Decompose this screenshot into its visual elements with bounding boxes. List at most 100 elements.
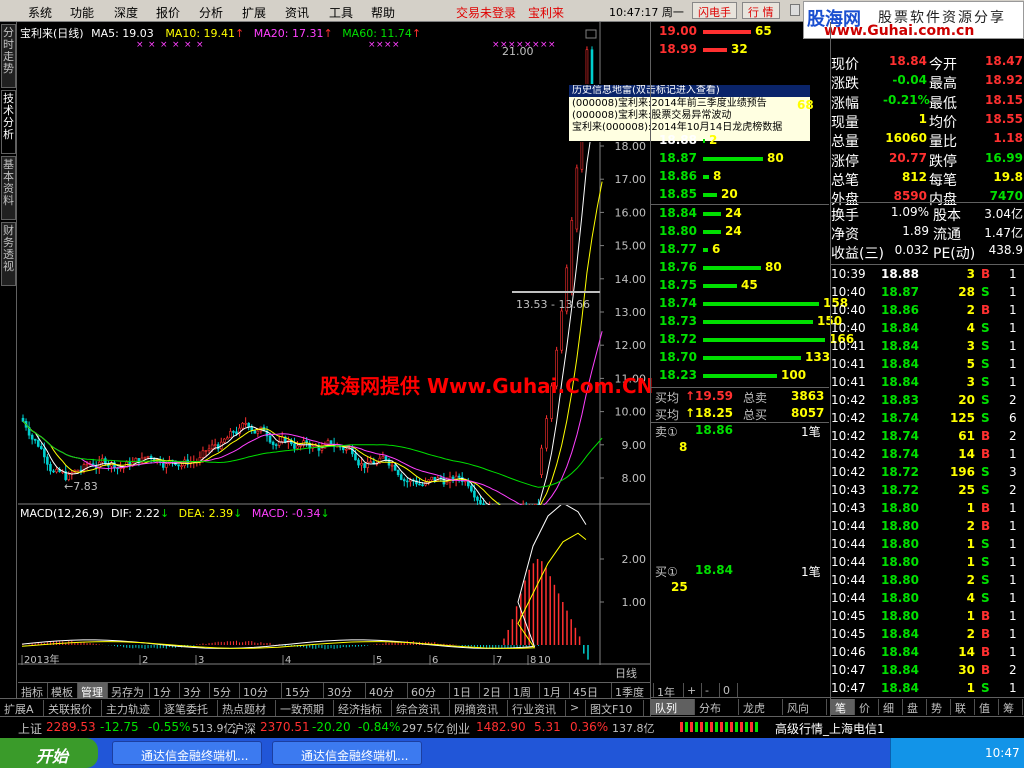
candlestick-chart[interactable]: 8.009.0010.0011.0012.0013.0014.0015.0016…: [18, 22, 650, 505]
tick-side: B: [981, 303, 991, 317]
toolbar-item-8[interactable]: 15分: [282, 683, 324, 699]
total-sell-value: 3863: [791, 389, 825, 403]
toolbar-item-12[interactable]: 1日: [450, 683, 480, 699]
toolbar-item-4[interactable]: 1分: [150, 683, 180, 699]
right-tab-0[interactable]: 队列: [651, 699, 695, 715]
candle-body: [433, 476, 437, 481]
tick-tab-2[interactable]: 细: [879, 699, 903, 715]
login-status[interactable]: 交易未登录: [456, 4, 516, 21]
tray-clock: 10:47: [985, 746, 1020, 760]
candle-body: [430, 476, 434, 481]
tick-tab-0[interactable]: 笔: [831, 699, 855, 715]
quote-button[interactable]: 行 情: [742, 2, 780, 19]
menu-function[interactable]: 功能: [70, 4, 94, 21]
right-tab-2[interactable]: 龙虎: [739, 699, 783, 715]
toolbar-item-13[interactable]: 2日: [480, 683, 510, 699]
buy1-price: 18.84: [695, 563, 733, 577]
flash-trade-button[interactable]: 闪电手: [692, 2, 737, 19]
tick-tab-6[interactable]: 值: [975, 699, 999, 715]
sell1-label[interactable]: 卖①: [655, 423, 678, 440]
bottom-tab-8[interactable]: 网摘资讯: [450, 700, 508, 716]
bottom-tab-10[interactable]: >: [566, 700, 586, 716]
tab-financial[interactable]: 财务透视: [1, 222, 16, 286]
toolbar-item-16[interactable]: 45日: [570, 683, 612, 699]
quote-value: 7470: [989, 189, 1023, 204]
bottom-tab-7[interactable]: 综合资讯: [392, 700, 450, 716]
tick-tab-7[interactable]: 筹: [999, 699, 1023, 715]
toolbar-item-17[interactable]: 1季度: [612, 683, 654, 699]
bottom-tab-2[interactable]: 主力轨迹: [102, 700, 160, 716]
toolbar-item-15[interactable]: 1月: [540, 683, 570, 699]
toolbar-item-9[interactable]: 30分: [324, 683, 366, 699]
menu-system[interactable]: 系统: [28, 4, 52, 21]
menu-quote[interactable]: 报价: [156, 4, 180, 21]
bottom-tab-6[interactable]: 经济指标: [334, 700, 392, 716]
toolbar-item-10[interactable]: 40分: [366, 683, 408, 699]
menu-extend[interactable]: 扩展: [242, 4, 266, 21]
task-item[interactable]: 通达信金融终端机...: [112, 741, 262, 765]
buy1-label[interactable]: 买①: [655, 563, 678, 580]
tick-tab-4[interactable]: 势: [927, 699, 951, 715]
toolbar-item-7[interactable]: 10分: [240, 683, 282, 699]
toolbar-item-1[interactable]: 模板: [48, 683, 78, 699]
y-tick-label: 13.00: [615, 306, 647, 319]
tick-tab-5[interactable]: 联: [951, 699, 975, 715]
tab-technical[interactable]: 技术分析: [1, 90, 16, 154]
toolbar-item-6[interactable]: 5分: [210, 683, 240, 699]
bottom-tab-9[interactable]: 行业资讯: [508, 700, 566, 716]
ask-level-bar: [703, 30, 751, 34]
tick-tab-3[interactable]: 盘: [903, 699, 927, 715]
menu-info[interactable]: 资讯: [285, 4, 309, 21]
quote-value: 18.92: [985, 73, 1023, 88]
fund-value: 438.9: [988, 243, 1023, 257]
candle-body: [476, 496, 479, 501]
toolbar-item-2[interactable]: 管理: [78, 683, 108, 699]
right-tab-3[interactable]: 风向: [783, 699, 827, 715]
x-tick-label: 10: [538, 655, 551, 665]
candle-body: [405, 480, 409, 483]
toolbar-item-5[interactable]: 3分: [180, 683, 210, 699]
y-tick-label: 15.00: [615, 240, 647, 253]
tab-basic-info[interactable]: 基本资料: [1, 156, 16, 220]
candle-body: [384, 456, 388, 461]
menu-help[interactable]: 帮助: [371, 4, 395, 21]
candle-body: [357, 459, 360, 466]
right-tab-1[interactable]: 分布: [695, 699, 739, 715]
period-label[interactable]: 日线: [615, 665, 637, 681]
start-button[interactable]: 开始: [0, 738, 98, 768]
ask-level-price: 18.87: [659, 151, 697, 165]
fund-label: 换手: [831, 208, 859, 224]
tick-side: B: [981, 663, 991, 677]
chart-area[interactable]: 8.00 9.00 10.00 11.00 12.00 13.00 14.00 15.00 16…: [18, 22, 811, 682]
macd-chart[interactable]: 1.00 2.00 2013年 2 3 4 5 6 7 8 10: [18, 505, 650, 665]
toolbar-item-14[interactable]: 1周: [510, 683, 540, 699]
order-book: 19.00 65 18.99 32 68 18.88 2 18.87 80 18.86 8 18.85…: [651, 22, 854, 594]
bottom-tab-0[interactable]: 扩展A: [0, 700, 44, 716]
menu-analysis[interactable]: 分析: [199, 4, 223, 21]
toolbar-item-0[interactable]: 指标: [18, 683, 48, 699]
buy-avg-label: 买均: [655, 391, 680, 405]
bottom-tab-4[interactable]: 热点题材: [218, 700, 276, 716]
window-control-icon[interactable]: [790, 4, 800, 16]
x-tick-label: 5: [376, 655, 382, 665]
bottom-tab-11[interactable]: 图文F10: [586, 700, 644, 716]
period-toolbar: 指标 模板 管理 另存为 1分 3分 5分 10分 15分 30分 40分 60分 1日 2日 1周 1月 45…: [18, 682, 738, 699]
tick-side: B: [981, 267, 991, 281]
bottom-tab-3[interactable]: 逐笔委托: [160, 700, 218, 716]
menu-depth[interactable]: 深度: [114, 4, 138, 21]
tick-time: 10:43: [831, 501, 866, 515]
bottom-tab-1[interactable]: 关联报价: [44, 700, 102, 716]
toolbar-item-3[interactable]: 另存为: [108, 683, 150, 699]
candle-body: [76, 469, 80, 472]
toolbar-item-11[interactable]: 60分: [408, 683, 450, 699]
tick-volume: 2: [966, 519, 975, 533]
candle-body: [213, 444, 217, 446]
tick-tab-1[interactable]: 价: [855, 699, 879, 715]
tab-timeshare[interactable]: 分时走势: [1, 24, 16, 88]
quote-label: 现量: [831, 114, 859, 131]
server-label[interactable]: 高级行情_上海电信1: [775, 720, 885, 737]
task-item[interactable]: 通达信金融终端机...: [272, 741, 422, 765]
quote-label: 最低: [929, 95, 957, 112]
bottom-tab-5[interactable]: 一致预期: [276, 700, 334, 716]
menu-tools[interactable]: 工具: [329, 4, 353, 21]
